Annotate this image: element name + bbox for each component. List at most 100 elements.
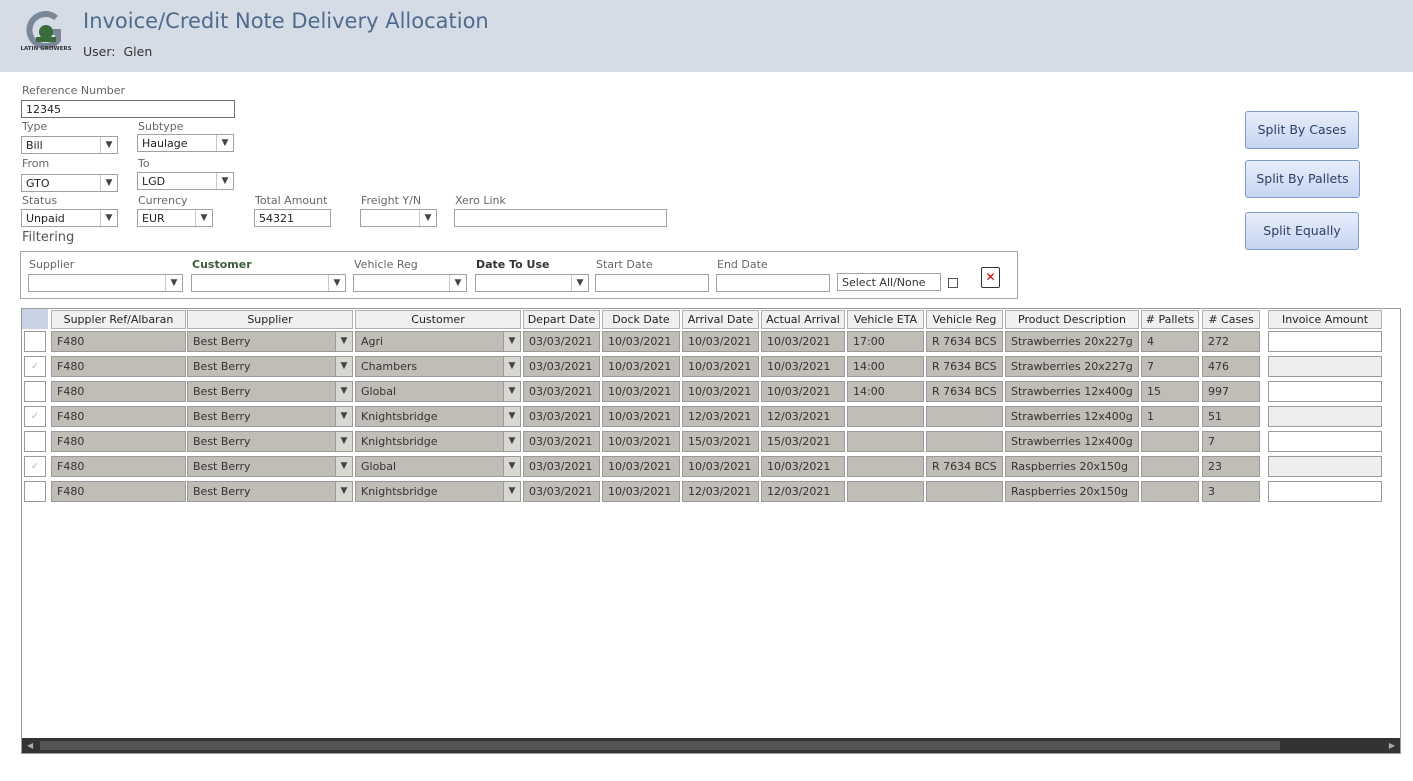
cell-cases-text: 51	[1208, 410, 1222, 423]
cell-customer[interactable]: Agri ▼	[355, 331, 521, 352]
cell-customer[interactable]: Chambers ▼	[355, 356, 521, 377]
chevron-down-icon[interactable]: ▼	[503, 457, 520, 476]
cell-supplier-text: Best Berry	[193, 410, 251, 423]
cell-product-text: Raspberries 20x150g	[1011, 485, 1128, 498]
cell-supplier[interactable]: Best Berry ▼	[187, 356, 353, 377]
row-checkbox[interactable]: ✓	[24, 406, 46, 427]
select-all-checkbox[interactable]	[948, 278, 958, 288]
cell-actual-text: 10/03/2021	[767, 385, 831, 398]
chevron-down-icon[interactable]: ▼	[335, 432, 352, 451]
chevron-down-icon[interactable]: ▼	[335, 332, 352, 351]
column-header[interactable]: Depart Date	[523, 310, 600, 329]
chevron-down-icon[interactable]: ▼	[335, 382, 352, 401]
column-header[interactable]: Invoice Amount	[1268, 310, 1382, 329]
chevron-down-icon[interactable]: ▼	[335, 407, 352, 426]
chevron-down-icon[interactable]: ▼	[503, 357, 520, 376]
column-header[interactable]: Suppler Ref/Albaran	[51, 310, 186, 329]
cell-supplier[interactable]: Best Berry ▼	[187, 431, 353, 452]
column-header[interactable]: # Cases	[1202, 310, 1260, 329]
freight-select[interactable]: ▼	[360, 209, 437, 227]
column-header[interactable]: Dock Date	[602, 310, 680, 329]
chevron-down-icon[interactable]: ▼	[503, 482, 520, 501]
chevron-down-icon[interactable]: ▼	[100, 210, 117, 226]
cell-customer[interactable]: Global ▼	[355, 456, 521, 477]
chevron-down-icon[interactable]: ▼	[328, 275, 345, 291]
column-header[interactable]: Supplier	[187, 310, 353, 329]
cell-supplier[interactable]: Best Berry ▼	[187, 456, 353, 477]
cell-amount[interactable]	[1268, 481, 1382, 502]
chevron-down-icon[interactable]: ▼	[100, 137, 117, 153]
cell-amount[interactable]	[1268, 456, 1382, 477]
row-checkbox[interactable]	[24, 431, 46, 452]
cell-reg: R 7634 BCS	[926, 331, 1003, 352]
xero-link-input[interactable]	[454, 209, 667, 227]
cell-amount[interactable]	[1268, 331, 1382, 352]
column-header[interactable]: # Pallets	[1141, 310, 1199, 329]
cell-ref: F480	[51, 356, 186, 377]
chevron-down-icon[interactable]: ▼	[503, 407, 520, 426]
column-header[interactable]: Vehicle ETA	[847, 310, 924, 329]
to-select[interactable]: LGD ▼	[137, 172, 234, 190]
filter-end-date-input[interactable]	[716, 274, 830, 292]
scrollbar-thumb[interactable]	[40, 741, 1280, 750]
row-checkbox[interactable]: ✓	[24, 456, 46, 477]
filter-supplier-select[interactable]: ▼	[28, 274, 183, 292]
column-header[interactable]: Customer	[355, 310, 521, 329]
column-header[interactable]: Actual Arrival	[761, 310, 845, 329]
cell-customer[interactable]: Global ▼	[355, 381, 521, 402]
column-header[interactable]: Arrival Date	[682, 310, 759, 329]
chevron-down-icon[interactable]: ▼	[195, 210, 212, 226]
reference-input[interactable]: 12345	[21, 100, 235, 118]
from-select[interactable]: GTO ▼	[21, 174, 118, 192]
filter-vehicle-select[interactable]: ▼	[353, 274, 467, 292]
chevron-down-icon[interactable]: ▼	[165, 275, 182, 291]
chevron-down-icon[interactable]: ▼	[503, 382, 520, 401]
cell-customer[interactable]: Knightsbridge ▼	[355, 431, 521, 452]
filter-customer-select[interactable]: ▼	[191, 274, 346, 292]
row-checkbox[interactable]: ✓	[24, 356, 46, 377]
type-select[interactable]: Bill ▼	[21, 136, 118, 154]
chevron-down-icon[interactable]: ▼	[449, 275, 466, 291]
cell-amount[interactable]	[1268, 356, 1382, 377]
chevron-down-icon[interactable]: ▼	[335, 457, 352, 476]
row-checkbox[interactable]	[24, 331, 46, 352]
chevron-down-icon[interactable]: ▼	[419, 210, 436, 226]
horizontal-scrollbar[interactable]: ◀ ▶	[22, 738, 1400, 753]
cell-customer[interactable]: Knightsbridge ▼	[355, 481, 521, 502]
cell-amount[interactable]	[1268, 406, 1382, 427]
currency-select[interactable]: EUR ▼	[137, 209, 213, 227]
subtype-select[interactable]: Haulage ▼	[137, 134, 234, 152]
chevron-down-icon[interactable]: ▼	[216, 135, 233, 151]
row-checkbox[interactable]	[24, 381, 46, 402]
chevron-down-icon[interactable]: ▼	[335, 357, 352, 376]
clear-filter-icon[interactable]: ✕	[981, 267, 1000, 288]
chevron-down-icon[interactable]: ▼	[503, 332, 520, 351]
chevron-down-icon[interactable]: ▼	[100, 175, 117, 191]
cell-ref-text: F480	[57, 360, 85, 373]
chevron-down-icon[interactable]: ▼	[503, 432, 520, 451]
cell-supplier[interactable]: Best Berry ▼	[187, 331, 353, 352]
chevron-down-icon[interactable]: ▼	[335, 482, 352, 501]
cell-supplier[interactable]: Best Berry ▼	[187, 481, 353, 502]
column-header[interactable]: Vehicle Reg	[926, 310, 1003, 329]
cell-amount[interactable]	[1268, 381, 1382, 402]
scroll-left-icon[interactable]: ◀	[27, 738, 33, 753]
status-select[interactable]: Unpaid ▼	[21, 209, 118, 227]
split-equally-button[interactable]: Split Equally	[1245, 212, 1359, 250]
column-header[interactable]: Product Description	[1005, 310, 1139, 329]
filter-date-to-use-select[interactable]: ▼	[475, 274, 589, 292]
cell-supplier[interactable]: Best Berry ▼	[187, 381, 353, 402]
filter-start-date-input[interactable]	[595, 274, 709, 292]
cell-ref: F480	[51, 456, 186, 477]
total-amount-input[interactable]: 54321	[254, 209, 331, 227]
chevron-down-icon[interactable]: ▼	[216, 173, 233, 189]
row-checkbox[interactable]	[24, 481, 46, 502]
split-by-cases-button[interactable]: Split By Cases	[1245, 111, 1359, 149]
chevron-down-icon[interactable]: ▼	[571, 275, 588, 291]
cell-supplier[interactable]: Best Berry ▼	[187, 406, 353, 427]
split-by-pallets-button[interactable]: Split By Pallets	[1245, 160, 1360, 198]
cell-amount[interactable]	[1268, 431, 1382, 452]
cell-customer[interactable]: Knightsbridge ▼	[355, 406, 521, 427]
latin-growers-logo	[26, 11, 61, 50]
scroll-right-icon[interactable]: ▶	[1389, 738, 1395, 753]
